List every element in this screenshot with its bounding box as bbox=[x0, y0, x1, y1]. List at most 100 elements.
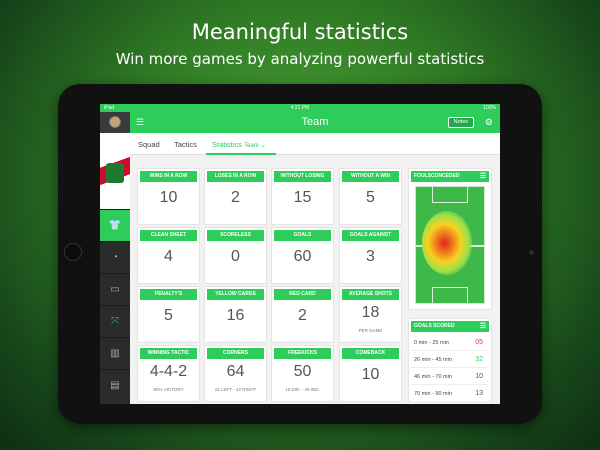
stat-card[interactable]: CORNERS 64 22 LEFT - 42 RIGHT bbox=[204, 345, 267, 402]
stat-card-value: 10 bbox=[159, 189, 178, 206]
goals-scored-value: 32 bbox=[475, 356, 483, 363]
page-title: Team bbox=[301, 116, 329, 128]
notes-button[interactable]: Notes bbox=[447, 117, 474, 128]
stat-card[interactable]: LOSES IN A ROW 2 bbox=[204, 168, 267, 225]
tab-underline bbox=[206, 153, 276, 155]
goals-scored-range: 70 min - 90 min bbox=[414, 391, 452, 397]
app-header: ☰ Team Notes ⚙ bbox=[130, 112, 500, 133]
camera-icon bbox=[529, 250, 534, 255]
stat-card[interactable]: WITHOUT A WIN 5 bbox=[339, 168, 402, 225]
stat-card-value: 18 bbox=[361, 304, 380, 321]
sidebar-item-calendar[interactable]: ▤ bbox=[100, 369, 130, 401]
goals-scored-range: 0 min - 25 min bbox=[414, 340, 449, 346]
sidebar-item-tactics[interactable]: ⤧ bbox=[100, 305, 130, 337]
fouls-conceded-title: FOULSCONCEDED bbox=[414, 173, 460, 179]
home-button[interactable] bbox=[64, 243, 82, 261]
stat-card-value: 4-4-2 bbox=[149, 363, 188, 380]
goals-scored-row: 0 min - 25 min 05 bbox=[411, 334, 489, 351]
stat-card-sublabel: 22 LEFT - 42 RIGHT bbox=[214, 387, 257, 392]
tab-tactics[interactable]: Tactics bbox=[174, 140, 197, 149]
stat-card-value: 0 bbox=[231, 248, 240, 265]
sidebar: 👕 ◔ ▭ ⤧ ▥ ▤ bbox=[100, 104, 130, 404]
whistle-icon: ◔ bbox=[111, 252, 119, 263]
heatmap-hotspot bbox=[422, 211, 472, 275]
stat-card-value: 60 bbox=[293, 248, 312, 265]
stat-card-value: 50 bbox=[293, 363, 312, 380]
avatar[interactable] bbox=[109, 116, 121, 128]
crest-icon bbox=[106, 163, 124, 183]
stat-card-label: COMEBACK bbox=[342, 348, 399, 359]
tab-statistics[interactable]: Statistics Team ⌄ bbox=[212, 140, 266, 149]
tactics-icon: ⤧ bbox=[111, 316, 119, 327]
goals-scored-header: GOALS SCORED ☰ bbox=[411, 321, 489, 332]
stat-card[interactable]: SCORELESS 0 bbox=[204, 227, 267, 284]
stat-card-label: WINNING TACTIC bbox=[140, 348, 197, 359]
goals-scored-range: 26 min - 45 min bbox=[414, 357, 452, 363]
stat-card[interactable]: COMEBACK 10 bbox=[339, 345, 402, 402]
goals-scored-title: GOALS SCORED bbox=[414, 323, 455, 329]
stat-card-label: AVERAGE SHOTS bbox=[342, 289, 399, 300]
battery-label: 100% bbox=[483, 105, 496, 111]
goals-scored-row: 46 min - 70 min 10 bbox=[411, 368, 489, 385]
sidebar-item-lineup[interactable]: ▥ bbox=[100, 337, 130, 369]
calendar-icon: ▤ bbox=[110, 380, 120, 391]
stat-card[interactable]: GOALS 60 bbox=[271, 227, 334, 284]
hero-subtitle: Win more games by analyzing powerful sta… bbox=[115, 50, 485, 68]
stat-card[interactable]: FREEKICKS 50 10 DIR. - 40 IND. bbox=[271, 345, 334, 402]
stat-card-label: WITHOUT A WIN bbox=[342, 171, 399, 182]
stat-card[interactable]: YELLOW CARDS 16 bbox=[204, 286, 267, 343]
gear-icon[interactable]: ⚙ bbox=[485, 116, 493, 128]
list-icon[interactable]: ☰ bbox=[480, 171, 486, 182]
stat-card-value: 15 bbox=[293, 189, 312, 206]
stat-card-value: 64 bbox=[226, 363, 245, 380]
fouls-conceded-header: FOULSCONCEDED ☰ bbox=[411, 171, 489, 182]
stat-card[interactable]: CLEAN SHEET 4 bbox=[137, 227, 200, 284]
stat-card-value: 2 bbox=[231, 189, 240, 206]
goals-scored-row: 26 min - 45 min 32 bbox=[411, 351, 489, 368]
stat-card[interactable]: AVERAGE SHOTS 18 PER GAME bbox=[339, 286, 402, 343]
goals-scored-panel: GOALS SCORED ☰ 0 min - 25 min 05 26 min - … bbox=[408, 318, 492, 402]
stat-card-value: 4 bbox=[164, 248, 173, 265]
stat-card-label: PENALTY'S bbox=[140, 289, 197, 300]
stat-card-label: CORNERS bbox=[207, 348, 264, 359]
stat-card[interactable]: RED CARD 2 bbox=[271, 286, 334, 343]
ipad-frame: 👕 ◔ ▭ ⤧ ▥ ▤ iPad 4:21 PM 100% ☰ Team Not… bbox=[58, 84, 542, 424]
stat-card-label: SCORELESS bbox=[207, 230, 264, 241]
stat-card[interactable]: WINNING TACTIC 4-4-2 80% VICTORY bbox=[137, 345, 200, 402]
stat-card-value: 10 bbox=[361, 366, 380, 383]
stat-card[interactable]: WITHOUT LOSING 15 bbox=[271, 168, 334, 225]
list-icon[interactable]: ☰ bbox=[480, 321, 486, 332]
sidebar-item-whistle[interactable]: ◔ bbox=[100, 241, 130, 273]
tab-bar: Squad Tactics Statistics Team ⌄ bbox=[130, 133, 500, 155]
stat-card-sublabel: 80% VICTORY bbox=[153, 387, 184, 392]
tab-statistics-filter[interactable]: Team bbox=[244, 143, 259, 149]
status-bar: iPad 4:21 PM 100% bbox=[100, 104, 500, 112]
shirt-icon: 👕 bbox=[108, 220, 122, 231]
field-icon: ▭ bbox=[110, 284, 120, 295]
sidebar-item-team[interactable]: 👕 bbox=[100, 209, 130, 241]
stat-card-label: GOALS AGAINST bbox=[342, 230, 399, 241]
fouls-conceded-panel: FOULSCONCEDED ☰ bbox=[408, 168, 492, 310]
tab-statistics-label: Statistics bbox=[212, 140, 243, 149]
stat-card[interactable]: WINS IN A ROW 10 bbox=[137, 168, 200, 225]
hero-title: Meaningful statistics bbox=[191, 20, 409, 44]
tab-squad[interactable]: Squad bbox=[138, 140, 160, 149]
goals-scored-value: 05 bbox=[475, 339, 483, 346]
stat-card-sublabel: PER GAME bbox=[358, 328, 383, 333]
stat-card-label: CLEAN SHEET bbox=[140, 230, 197, 241]
sidebar-item-field[interactable]: ▭ bbox=[100, 273, 130, 305]
stat-card-value: 5 bbox=[366, 189, 375, 206]
goals-scored-value: 13 bbox=[475, 390, 483, 397]
stat-card[interactable]: PENALTY'S 5 bbox=[137, 286, 200, 343]
stat-card[interactable]: GOALS AGAINST 3 bbox=[339, 227, 402, 284]
sidebar-profile[interactable] bbox=[100, 112, 130, 133]
chevron-down-icon[interactable]: ⌄ bbox=[261, 143, 266, 149]
goals-scored-range: 46 min - 70 min bbox=[414, 374, 452, 380]
stat-card-label: YELLOW CARDS bbox=[207, 289, 264, 300]
stat-card-value: 5 bbox=[164, 307, 173, 324]
team-jersey-image bbox=[100, 133, 130, 209]
stat-card-value: 16 bbox=[226, 307, 245, 324]
stat-card-label: WINS IN A ROW bbox=[140, 171, 197, 182]
stat-card-label: GOALS bbox=[274, 230, 331, 241]
goals-scored-value: 10 bbox=[475, 373, 483, 380]
